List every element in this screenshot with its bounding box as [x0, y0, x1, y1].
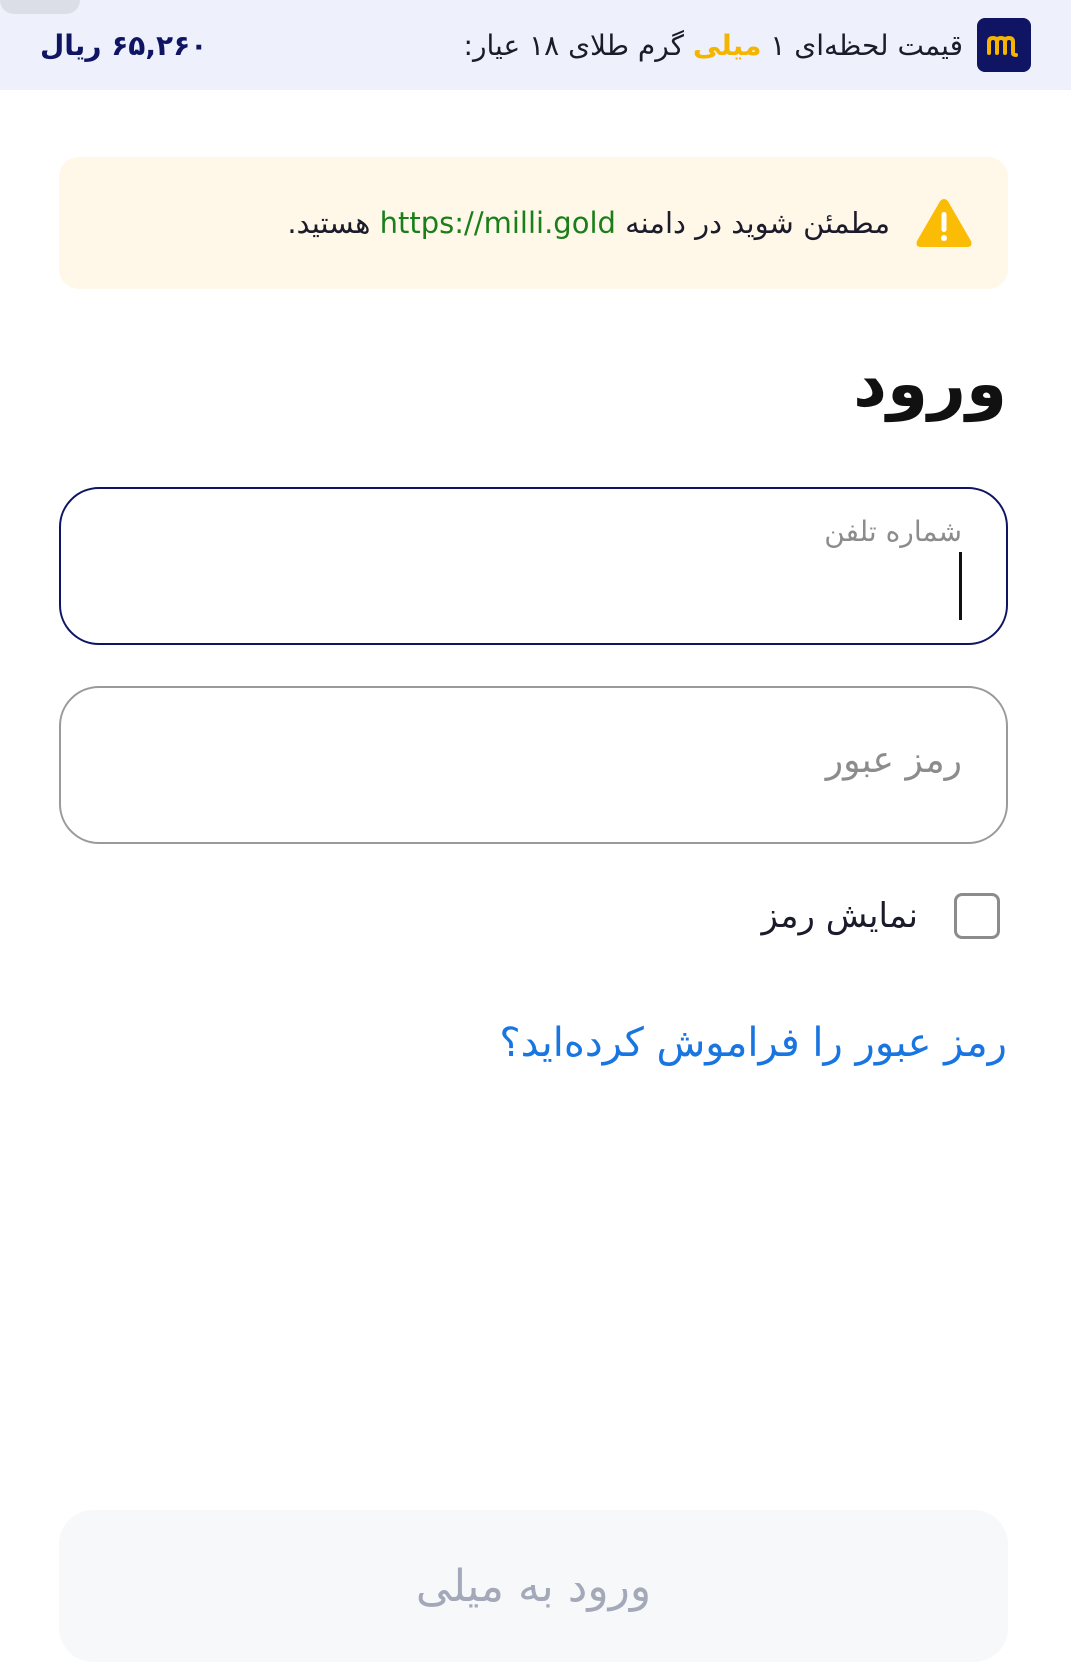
gold-price-value: ۶۵,۲۶۰ ریال — [40, 28, 208, 62]
password-field[interactable]: رمز عبور — [59, 686, 1008, 844]
gold-price-label: قیمت لحظه‌ای ۱ میلی گرم طلای ۱۸ عیار: — [464, 29, 963, 62]
phone-field[interactable]: شماره تلفن — [59, 487, 1008, 645]
price-label-part1: قیمت لحظه‌ای ۱ — [761, 28, 963, 62]
show-password-label: نمایش رمز — [761, 896, 919, 936]
login-page: قیمت لحظه‌ای ۱ میلی گرم طلای ۱۸ عیار: ۶۵… — [0, 0, 1071, 1666]
price-info: قیمت لحظه‌ای ۱ میلی گرم طلای ۱۸ عیار: — [464, 18, 1031, 72]
price-bar: قیمت لحظه‌ای ۱ میلی گرم طلای ۱۸ عیار: ۶۵… — [0, 0, 1071, 90]
warning-triangle-icon — [916, 199, 972, 247]
price-label-part2: گرم طلای ۱۸ عیار: — [463, 28, 693, 62]
phone-input[interactable] — [61, 489, 1006, 643]
show-password-toggle[interactable]: نمایش رمز — [761, 893, 1000, 939]
corner-shadow — [0, 0, 80, 14]
domain-url: https://milli.gold — [379, 206, 616, 240]
milli-logo-glyph — [987, 35, 1018, 57]
price-label-highlight: میلی — [692, 28, 762, 62]
warning-text-part2: هستید. — [287, 206, 380, 240]
warning-text-part1: مطمئن شوید در دامنه — [615, 206, 890, 240]
milli-logo-icon — [977, 18, 1031, 72]
show-password-checkbox[interactable] — [954, 893, 1000, 939]
domain-warning-text: مطمئن شوید در دامنه https://milli.gold ه… — [287, 206, 890, 240]
password-input[interactable] — [61, 688, 1006, 842]
domain-warning-banner: مطمئن شوید در دامنه https://milli.gold ه… — [59, 157, 1008, 289]
page-title: ورود — [853, 345, 1007, 422]
login-button[interactable]: ورود به میلی — [59, 1510, 1008, 1662]
forgot-password-link[interactable]: رمز عبور را فراموش کرده‌اید؟ — [499, 1020, 1007, 1066]
